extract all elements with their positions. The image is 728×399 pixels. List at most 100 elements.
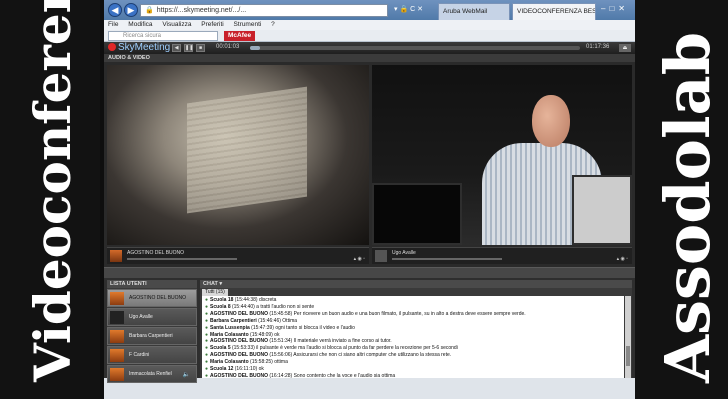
menu-file[interactable]: File	[108, 21, 118, 28]
mcafee-button[interactable]: McAfee	[224, 31, 256, 41]
chat-message: ● Maria Colasanto (15:48:09) ok	[205, 332, 621, 339]
menu-preferiti[interactable]: Preferiti	[201, 21, 223, 28]
chat-title[interactable]: CHAT ▾	[200, 280, 632, 288]
chat-message: ● Scuola 8 (15:44:40) a tratti l'audio no…	[205, 304, 621, 311]
progress-fill	[250, 46, 260, 50]
message-dot-icon: ●	[205, 317, 209, 324]
menu-strumenti[interactable]: Strumenti	[234, 21, 262, 28]
user-row[interactable]: Ugo Avalle	[107, 308, 197, 326]
chat-message: ● AGOSTINO DEL BUONO (16:14:28) Sono cont…	[205, 373, 621, 378]
back-icon[interactable]: ◀	[108, 3, 122, 17]
tab-videoconferenza[interactable]: VIDEOCONFERENZA BES...	[512, 3, 596, 20]
message-text: (15:48:09) ok	[250, 331, 280, 338]
chat-message: ● AGOSTINO DEL BUONO (15:45:58) Per ricev…	[205, 311, 621, 318]
chat-message: ● Scuola 18 (15:44:38) discreta	[205, 297, 621, 304]
message-text: (15:44:40) a tratti l'audio non si sente	[231, 303, 315, 310]
scroll-thumb[interactable]	[626, 346, 630, 366]
forward-icon[interactable]: ▶	[124, 3, 138, 17]
app-header: SkyMeeting ◀ ❚❚ ■ 00:01:03 01:17:36 ⏏	[104, 42, 635, 54]
speaker-head	[532, 95, 570, 147]
user-thumbnail	[110, 349, 124, 362]
video-right-controls[interactable]: ▴ ◉ ▫	[617, 256, 628, 262]
bottom-area: LISTA UTENTI AGOSTINO DEL BUONO Ugo Aval…	[104, 278, 635, 383]
menubar: File Modifica Visualizza Preferiti Strum…	[104, 20, 635, 30]
volume-slider-right[interactable]	[392, 258, 502, 260]
elapsed-time: 00:01:03	[216, 44, 240, 50]
chat-message: ● AGOSTINO DEL BUONO (15:51:34) Il materi…	[205, 338, 621, 345]
volume-slider-left[interactable]	[127, 258, 237, 260]
chat-message: ● Scuola 5 (15:53:33) il pulsante è verde…	[205, 345, 621, 352]
speaker-icon[interactable]: 🔈	[183, 371, 190, 378]
message-text: (15:45:58) Per ricevere un buon audio e …	[269, 310, 526, 317]
browser-toolbar: Ricerca sicura McAfee	[104, 30, 635, 42]
exit-button[interactable]: ⏏	[619, 44, 631, 52]
user-row[interactable]: AGOSTINO DEL BUONO	[107, 289, 197, 307]
message-dot-icon: ●	[205, 359, 209, 366]
menu-modifica[interactable]: Modifica	[128, 21, 152, 28]
tab-aruba[interactable]: Aruba WebMail	[438, 3, 510, 20]
user-name: Barbara Carpentieri	[129, 333, 173, 339]
message-text: (15:58:25) ottima	[250, 359, 288, 366]
chat-message: ● Barbara Carpentieri (15:46:46) Ottima	[205, 318, 621, 325]
message-text: (15:56:06) Assicurarsi che non ci siano …	[269, 352, 452, 359]
browser-titlebar: ◀ ▶ 🔒 https://...skymeeting.net/.../... ▾…	[104, 0, 635, 20]
address-bar[interactable]: 🔒 https://...skymeeting.net/.../...	[140, 4, 388, 17]
user-thumbnail	[110, 330, 124, 343]
message-text: (15:53:33) il pulsante è verde ma l'audi…	[231, 345, 458, 352]
message-dot-icon: ●	[205, 345, 209, 352]
users-panel: LISTA UTENTI AGOSTINO DEL BUONO Ugo Aval…	[107, 280, 197, 383]
progress-bar[interactable]	[250, 46, 580, 50]
banner-left-text: Videoconferenza	[23, 0, 82, 382]
user-name: Ugo Avalle	[129, 314, 153, 320]
message-author: Scuola 12	[210, 366, 235, 373]
user-name: F Cardini	[129, 352, 150, 358]
message-dot-icon: ●	[205, 331, 209, 338]
user-name: AGOSTINO DEL BUONO	[129, 295, 187, 301]
total-time: 01:17:36	[586, 44, 610, 50]
chat-message: ● Maria Colasanto (15:58:25) ottima	[205, 359, 621, 366]
message-dot-icon: ●	[205, 310, 209, 317]
message-text: (15:47:39) ogni tanto si blocca il video…	[251, 324, 355, 331]
user-row[interactable]: F Cardini	[107, 346, 197, 364]
message-dot-icon: ●	[205, 297, 209, 303]
chat-scrollbar[interactable]	[625, 296, 631, 378]
message-text: (15:51:34) Il materiale verrà inviato a …	[269, 338, 392, 345]
video-left-controls[interactable]: ▴ ◉ ▫	[354, 256, 365, 262]
menu-visualizza[interactable]: Visualizza	[162, 21, 191, 28]
video-feed-right	[372, 65, 632, 245]
screenshot: ◀ ▶ 🔒 https://...skymeeting.net/.../... ▾…	[104, 0, 635, 399]
chat-message: ● Scuola 12 (16:11:10) ok	[205, 366, 621, 373]
message-text: (16:11:10) ok	[234, 366, 264, 373]
app-logo: SkyMeeting	[108, 42, 170, 54]
video-bar-left: AGOSTINO DEL BUONO ▴ ◉ ▫	[107, 247, 369, 264]
banner-right-text: Assodolab	[651, 31, 724, 383]
user-thumbnail	[110, 292, 124, 305]
lock-icon: 🔒	[145, 7, 154, 14]
message-text: (15:46:46) Ottima	[258, 317, 298, 324]
user-thumbnail	[110, 250, 122, 262]
message-dot-icon: ●	[205, 338, 209, 345]
chat-tab-all[interactable]: Tutti (15)	[202, 289, 228, 296]
search-input[interactable]: Ricerca sicura	[108, 31, 218, 41]
logo-icon	[108, 43, 116, 51]
video-right-name: Ugo Avalle	[392, 250, 416, 256]
message-author: AGOSTINO DEL BUONO	[210, 310, 270, 317]
user-row[interactable]: Barbara Carpentieri	[107, 327, 197, 345]
rewind-icon[interactable]: ◀	[172, 44, 181, 52]
menu-help[interactable]: ?	[271, 21, 275, 28]
window-controls[interactable]: ‒□✕	[601, 4, 629, 13]
message-dot-icon: ●	[205, 352, 209, 359]
right-banner: Assodolab	[635, 0, 728, 399]
address-tools[interactable]: ▾ 🔒 C ✕	[394, 5, 423, 13]
message-author: Scuola 18	[210, 297, 235, 303]
message-author: Santa Lussenpia	[210, 324, 252, 331]
video-feed-left	[107, 65, 369, 245]
message-text: (15:44:38) discreta	[234, 297, 277, 303]
pause-icon[interactable]: ❚❚	[184, 44, 193, 52]
user-row[interactable]: Immacolata Renfiel 🔈	[107, 365, 197, 383]
logo-text: SkyMeeting	[118, 42, 171, 53]
divider-strip	[104, 267, 635, 278]
message-author: AGOSTINO DEL BUONO	[210, 372, 270, 378]
stop-icon[interactable]: ■	[196, 44, 205, 52]
message-author: Scuola 8	[210, 303, 232, 310]
